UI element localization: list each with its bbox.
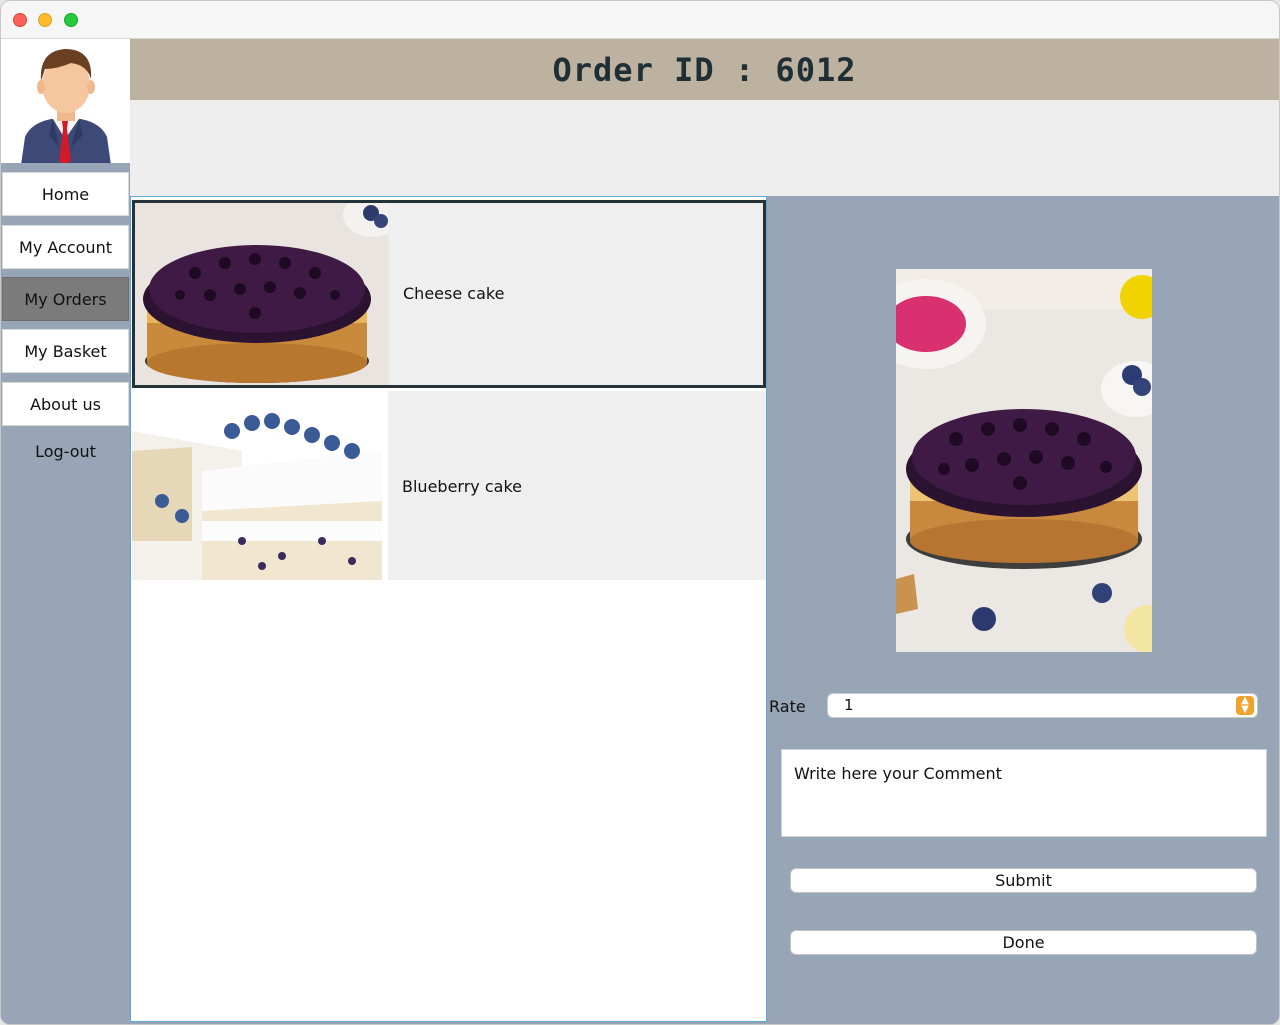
app-window: Home My Account My Orders My Basket Abou… bbox=[0, 0, 1280, 1025]
chevron-up-down-icon[interactable]: ▲ ▼ bbox=[1236, 696, 1254, 715]
sidebar-item-my-account[interactable]: My Account bbox=[2, 225, 129, 269]
page-header: Order ID : 6012 bbox=[130, 39, 1279, 100]
close-icon[interactable] bbox=[13, 13, 27, 27]
list-item-blueberry-cake[interactable]: Blueberry cake bbox=[132, 391, 766, 580]
rate-select[interactable]: 1 ▲ ▼ bbox=[827, 693, 1258, 718]
zoom-icon[interactable] bbox=[64, 13, 78, 27]
sidebar-item-about-us[interactable]: About us bbox=[2, 382, 129, 426]
minimize-icon[interactable] bbox=[38, 13, 52, 27]
sidebar: Home My Account My Orders My Basket Abou… bbox=[1, 39, 130, 1024]
submit-button[interactable]: Submit bbox=[790, 868, 1257, 893]
comment-placeholder: Write here your Comment bbox=[794, 764, 1002, 783]
page-title: Order ID : 6012 bbox=[552, 50, 857, 89]
rate-value: 1 bbox=[844, 696, 854, 714]
order-details-panel: Rate 1 ▲ ▼ Write here your Comment Submit… bbox=[768, 196, 1279, 1024]
item-name: Cheese cake bbox=[403, 284, 505, 303]
order-items-list[interactable]: Cheese cake Blueberry cake bbox=[130, 196, 767, 1022]
sidebar-item-home[interactable]: Home bbox=[2, 172, 129, 216]
blueberry-cheesecake-photo bbox=[135, 203, 389, 385]
businessman-avatar-icon bbox=[1, 39, 130, 167]
blueberry-layer-cake-photo bbox=[132, 391, 388, 580]
done-button[interactable]: Done bbox=[790, 930, 1257, 955]
list-item-cheese-cake[interactable]: Cheese cake bbox=[132, 200, 766, 388]
sidebar-item-my-orders[interactable]: My Orders bbox=[2, 277, 129, 321]
header-spacer bbox=[130, 100, 1279, 196]
comment-field[interactable]: Write here your Comment bbox=[781, 749, 1267, 837]
blueberry-cheesecake-photo bbox=[896, 269, 1152, 652]
rate-label: Rate bbox=[769, 697, 806, 716]
sidebar-item-log-out[interactable]: Log-out bbox=[1, 429, 130, 473]
sidebar-item-my-basket[interactable]: My Basket bbox=[2, 329, 129, 373]
title-bar bbox=[1, 1, 1279, 39]
item-name: Blueberry cake bbox=[402, 477, 522, 496]
